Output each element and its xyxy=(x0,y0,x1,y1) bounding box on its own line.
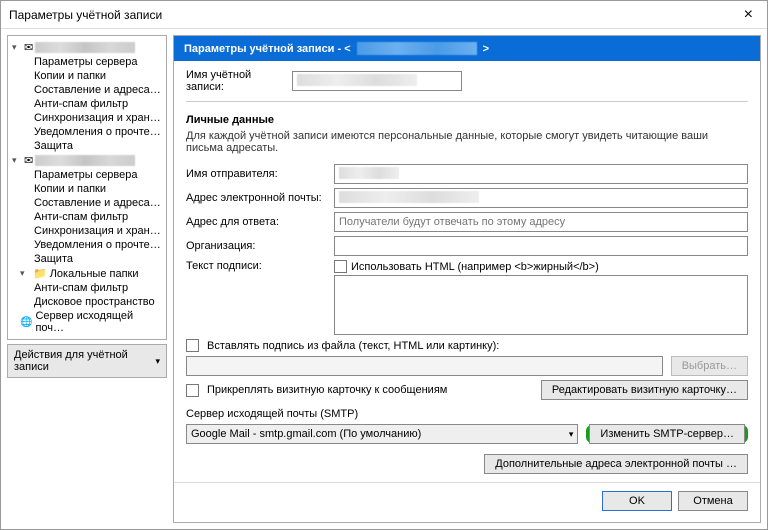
sidebar-item-diskspace[interactable]: Дисковое пространство xyxy=(10,295,164,309)
outgoing-server-label: Сервер исходящей поч… xyxy=(35,310,162,334)
sidebar-item-compose[interactable]: Составление и адресация xyxy=(10,196,164,210)
banner-suffix: > xyxy=(483,43,489,55)
sender-name-input[interactable] xyxy=(334,164,748,184)
use-html-checkbox[interactable] xyxy=(334,260,347,273)
sig-label: Текст подписи: xyxy=(186,260,326,272)
smtp-selected-value: Google Mail - smtp.gmail.com (По умолчан… xyxy=(191,428,421,440)
twisty-down-icon: ▾ xyxy=(12,155,22,166)
email-input[interactable] xyxy=(334,188,748,208)
local-folders-label: Локальные папки xyxy=(50,268,139,280)
sidebar-item-copies[interactable]: Копии и папки xyxy=(10,69,164,83)
form-area: Имя учётной записи: Личные данные Для ка… xyxy=(174,61,760,482)
account-name-redacted xyxy=(35,42,135,53)
reply-input[interactable] xyxy=(334,212,748,232)
sidebar-item-server-params[interactable]: Параметры сервера xyxy=(10,55,164,69)
outgoing-server-node[interactable]: 🌐Сервер исходящей поч… xyxy=(10,309,164,335)
choose-file-button: Выбрать… xyxy=(671,356,748,376)
attach-vcard-label: Прикреплять визитную карточку к сообщени… xyxy=(207,384,533,396)
account-tree: ▾✉ Параметры сервера Копии и папки Соста… xyxy=(7,35,167,340)
envelope-icon: ✉ xyxy=(24,154,33,167)
insert-sig-checkbox[interactable] xyxy=(186,339,199,352)
redacted-value xyxy=(339,167,399,179)
use-html-label: Использовать HTML (например <b>жирный</b… xyxy=(351,261,599,273)
additional-emails-button[interactable]: Дополнительные адреса электронной почты … xyxy=(484,454,748,474)
settings-dialog: Параметры учётной записи × ▾✉ Параметры … xyxy=(0,0,768,530)
main-panel: Параметры учётной записи - < > Имя учётн… xyxy=(173,35,761,523)
account-actions-label: Действия для учётной записи xyxy=(14,349,155,373)
account-node-0[interactable]: ▾✉ xyxy=(10,40,164,55)
banner-account-redacted xyxy=(357,42,477,55)
sidebar-item-sync[interactable]: Синхронизация и хранение xyxy=(10,111,164,125)
sidebar-item-security[interactable]: Защита xyxy=(10,252,164,266)
reply-label: Адрес для ответа: xyxy=(186,216,326,228)
smtp-section-label: Сервер исходящей почты (SMTP) xyxy=(186,408,748,420)
highlight-annotation: Изменить SMTP-сервер… xyxy=(586,425,748,443)
org-input[interactable] xyxy=(334,236,748,256)
dialog-footer: OK Отмена xyxy=(174,482,760,519)
sidebar-item-receipts[interactable]: Уведомления о прочтении xyxy=(10,238,164,252)
edit-vcard-button[interactable]: Редактировать визитную карточку… xyxy=(541,380,748,400)
titlebar: Параметры учётной записи × xyxy=(1,1,767,29)
globe-icon: 🌐 xyxy=(20,317,32,328)
account-actions-button[interactable]: Действия для учётной записи ▾ xyxy=(7,344,167,378)
email-label: Адрес электронной почты: xyxy=(186,192,326,204)
chevron-down-icon: ▾ xyxy=(155,356,160,367)
ok-button[interactable]: OK xyxy=(602,491,672,511)
twisty-down-icon: ▾ xyxy=(20,268,30,279)
window-title: Параметры учётной записи xyxy=(9,8,738,22)
divider xyxy=(186,101,748,102)
sidebar-item-compose[interactable]: Составление и адресация xyxy=(10,83,164,97)
org-label: Организация: xyxy=(186,240,326,252)
sender-name-label: Имя отправителя: xyxy=(186,168,326,180)
sidebar-item-sync[interactable]: Синхронизация и хранение xyxy=(10,224,164,238)
folder-icon: 📁 xyxy=(33,267,47,280)
sidebar-item-antispam[interactable]: Анти-спам фильтр xyxy=(10,97,164,111)
redacted-value xyxy=(297,74,417,86)
sidebar-item-antispam-local[interactable]: Анти-спам фильтр xyxy=(10,281,164,295)
sidebar-column: ▾✉ Параметры сервера Копии и папки Соста… xyxy=(7,35,167,523)
sidebar-item-security[interactable]: Защита xyxy=(10,139,164,153)
signature-textarea[interactable] xyxy=(334,275,748,335)
redacted-value xyxy=(339,191,479,203)
sidebar-item-server-params[interactable]: Параметры сервера xyxy=(10,168,164,182)
account-name-redacted xyxy=(35,155,135,166)
insert-sig-label: Вставлять подпись из файла (текст, HTML … xyxy=(207,340,499,352)
chevron-down-icon: ▾ xyxy=(569,429,574,440)
content-area: ▾✉ Параметры сервера Копии и папки Соста… xyxy=(1,29,767,529)
cancel-button[interactable]: Отмена xyxy=(678,491,748,511)
attach-vcard-checkbox[interactable] xyxy=(186,384,199,397)
close-icon[interactable]: × xyxy=(738,6,759,24)
use-html-row[interactable]: Использовать HTML (например <b>жирный</b… xyxy=(334,260,748,273)
account-node-1[interactable]: ▾✉ xyxy=(10,153,164,168)
banner-prefix: Параметры учётной записи - < xyxy=(184,43,351,55)
sidebar-item-receipts[interactable]: Уведомления о прочтении xyxy=(10,125,164,139)
sidebar-item-antispam[interactable]: Анти-спам фильтр xyxy=(10,210,164,224)
personal-section-help: Для каждой учётной записи имеются персон… xyxy=(186,130,748,154)
sidebar-item-copies[interactable]: Копии и папки xyxy=(10,182,164,196)
panel-header: Параметры учётной записи - < > xyxy=(174,36,760,61)
smtp-select[interactable]: Google Mail - smtp.gmail.com (По умолчан… xyxy=(186,424,578,444)
account-name-input[interactable] xyxy=(292,71,462,91)
sig-file-input[interactable] xyxy=(186,356,663,376)
twisty-down-icon: ▾ xyxy=(12,42,22,53)
local-folders-node[interactable]: ▾📁Локальные папки xyxy=(10,266,164,281)
tree-scroll[interactable]: ▾✉ Параметры сервера Копии и папки Соста… xyxy=(8,36,166,339)
edit-smtp-button[interactable]: Изменить SMTP-сервер… xyxy=(589,424,745,444)
envelope-icon: ✉ xyxy=(24,41,33,54)
personal-section-title: Личные данные xyxy=(186,114,748,126)
account-name-label: Имя учётной записи: xyxy=(186,69,284,93)
